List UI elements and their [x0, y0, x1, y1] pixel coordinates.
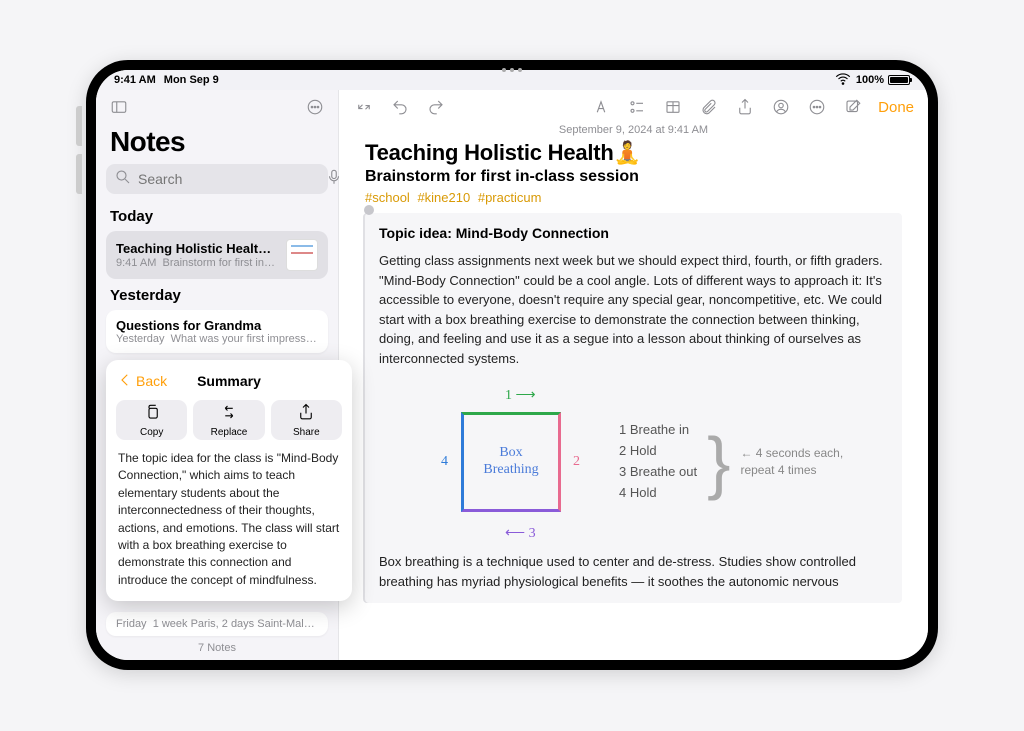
text-format-icon[interactable]: [590, 96, 612, 118]
box-breathing-drawing: 1 ⟶ 2 ⟵ 3 4 BoxBreathing 1 Breathe in: [419, 382, 888, 542]
sidebar-toggle-icon[interactable]: [108, 96, 130, 118]
share-icon: [297, 403, 315, 426]
tag: #kine210: [417, 190, 470, 205]
note-item-partial[interactable]: Friday 1 week Paris, 2 days Saint-Malo, …: [106, 612, 328, 636]
chevron-left-icon: [116, 371, 134, 392]
status-bar: 9:41 AM Mon Sep 9 100%: [96, 70, 928, 90]
paragraph[interactable]: Box breathing is a technique used to cen…: [379, 552, 888, 591]
note-subtitle[interactable]: Brainstorm for first in-class session: [365, 168, 902, 186]
sidebar-title: Notes: [96, 124, 338, 164]
copy-icon: [143, 403, 161, 426]
search-input[interactable]: [138, 171, 319, 187]
breathing-box: BoxBreathing: [461, 412, 561, 512]
note-datestamp: September 9, 2024 at 9:41 AM: [339, 124, 928, 136]
checklist-icon[interactable]: [626, 96, 648, 118]
section-header-today: Today: [96, 202, 338, 229]
note-thumbnail-icon: [286, 239, 318, 271]
side-4-label: 4: [441, 454, 448, 470]
section-header-yesterday: Yesterday: [96, 281, 338, 308]
side-2-label: 2: [573, 454, 580, 470]
breathing-steps: 1 Breathe in 2 Hold 3 Breathe out 4 Hold: [619, 420, 697, 503]
note-title: Teaching Holistic Health 🧘: [116, 241, 278, 257]
new-note-icon[interactable]: [842, 96, 864, 118]
wifi-icon: [834, 70, 852, 91]
multitask-dots[interactable]: [502, 70, 522, 72]
copy-button[interactable]: Copy: [116, 400, 187, 440]
redo-icon[interactable]: [425, 96, 447, 118]
notes-count: 7 Notes: [96, 636, 338, 660]
summary-text: The topic idea for the class is "Mind-Bo…: [116, 450, 342, 589]
battery-icon: [888, 75, 910, 85]
replace-button[interactable]: Replace: [193, 400, 264, 440]
tag: #practicum: [478, 190, 542, 205]
note-preview: Yesterday What was your first impression…: [116, 333, 318, 345]
search-icon: [114, 168, 132, 191]
battery-percent: 100%: [856, 74, 884, 86]
note-title: Questions for Grandma: [116, 318, 318, 333]
share-note-icon[interactable]: [734, 96, 756, 118]
block-handle-icon[interactable]: [364, 205, 374, 215]
summary-popover: Back Summary Copy Replace Share: [106, 360, 352, 601]
aside-note: ← 4 seconds each, repeat 4 times: [740, 445, 843, 479]
note-tags[interactable]: #school #kine210 #practicum: [365, 190, 902, 205]
note-body[interactable]: Teaching Holistic Health🧘 Brainstorm for…: [339, 140, 928, 660]
ipad-screen: 9:41 AM Mon Sep 9 100% Notes: [96, 70, 928, 660]
note-item-questions-for-grandma[interactable]: Questions for Grandma Yesterday What was…: [106, 310, 328, 353]
done-button[interactable]: Done: [878, 99, 914, 116]
search-field[interactable]: [106, 164, 328, 194]
ipad-frame: 9:41 AM Mon Sep 9 100% Notes: [86, 60, 938, 670]
status-time: 9:41 AM: [114, 74, 156, 86]
note-item-teaching-holistic-health[interactable]: Teaching Holistic Health 🧘 9:41 AM Brain…: [106, 231, 328, 279]
attach-icon[interactable]: [698, 96, 720, 118]
tag: #school: [365, 190, 410, 205]
topic-heading[interactable]: Topic idea: Mind-Body Connection: [379, 225, 888, 241]
back-button[interactable]: Back: [116, 371, 167, 392]
more-actions-icon[interactable]: [806, 96, 828, 118]
box-label: BoxBreathing: [483, 445, 538, 479]
sidebar: Notes Today Teaching Holistic Health 🧘 9…: [96, 90, 339, 660]
replace-icon: [220, 403, 238, 426]
collaborate-icon[interactable]: [770, 96, 792, 118]
note-preview: 9:41 AM Brainstorm for first in-cla…: [116, 257, 278, 269]
more-icon[interactable]: [304, 96, 326, 118]
note-title[interactable]: Teaching Holistic Health🧘: [365, 140, 902, 166]
undo-icon[interactable]: [389, 96, 411, 118]
mic-icon[interactable]: [325, 168, 343, 191]
table-icon[interactable]: [662, 96, 684, 118]
status-day: Mon Sep 9: [164, 74, 219, 86]
brace-icon: }: [707, 427, 730, 497]
share-button[interactable]: Share: [271, 400, 342, 440]
side-3-label: ⟵ 3: [505, 524, 536, 542]
expand-icon[interactable]: [353, 96, 375, 118]
note-block[interactable]: Topic idea: Mind-Body Connection Getting…: [365, 213, 902, 603]
paragraph[interactable]: Getting class assignments next week but …: [379, 251, 888, 368]
side-1-label: 1 ⟶: [505, 386, 536, 404]
note-content-pane: Done September 9, 2024 at 9:41 AM Teachi…: [339, 90, 928, 660]
